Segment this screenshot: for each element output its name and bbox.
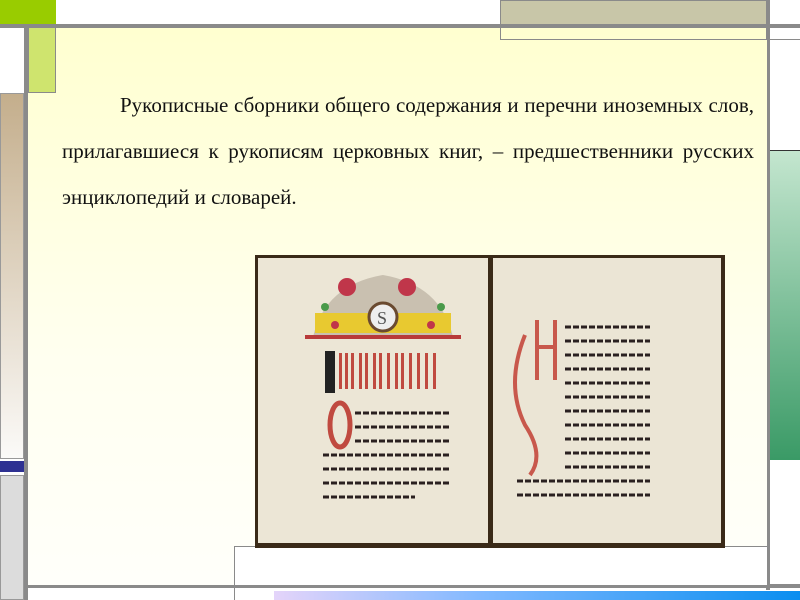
gray-block <box>0 475 24 600</box>
right-page <box>493 258 721 543</box>
svg-text:S: S <box>377 308 387 328</box>
slide-paragraph: Рукописные сборники общего содержания и … <box>62 93 754 209</box>
top-right-outline-box <box>500 28 767 40</box>
bottom-outline-box <box>234 546 768 586</box>
top-right-tan-block <box>500 0 767 25</box>
blue-bar <box>0 461 24 472</box>
right-outline-box <box>770 28 800 40</box>
green-corner-block <box>0 0 56 25</box>
bottom-gradient-bar <box>274 591 800 600</box>
light-green-block <box>28 28 56 93</box>
book-illustration: S <box>255 255 725 548</box>
bottom-left-line <box>234 586 235 600</box>
right-green-gradient-block <box>770 150 800 460</box>
tan-gradient-block <box>0 93 24 459</box>
